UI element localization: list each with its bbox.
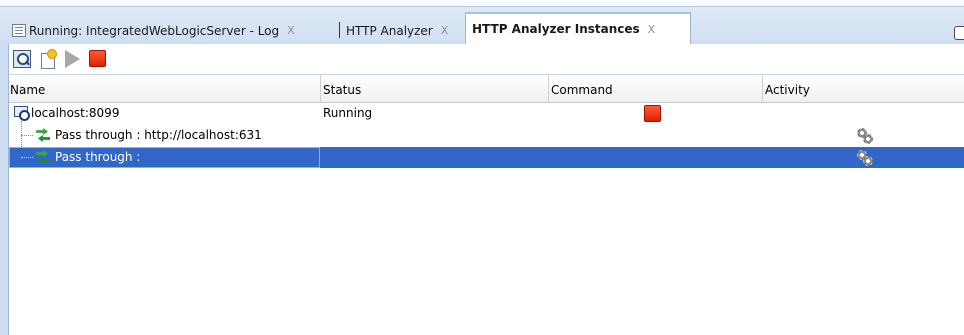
maximize-icon[interactable]: [954, 26, 964, 40]
pass-through-name: Pass through : http://localhost:631: [55, 128, 262, 142]
tab-http-analyzer-label: HTTP Analyzer: [346, 23, 433, 38]
start-icon[interactable]: [65, 50, 80, 68]
tab-http-analyzer-close-icon[interactable]: X: [441, 24, 449, 37]
stop-icon[interactable]: [644, 105, 661, 122]
editor-tab-strip: Running: IntegratedWebLogicServer - Log …: [0, 0, 964, 44]
table-row-selected[interactable]: Pass through :: [9, 147, 964, 168]
window-left-edge: [0, 44, 8, 335]
tree-connector: [21, 157, 33, 158]
column-header-name[interactable]: Name: [9, 75, 321, 103]
instance-name: localhost:8099: [31, 106, 120, 120]
tab-log-label: Running: IntegratedWebLogicServer - Log: [29, 23, 280, 38]
tree-connector: [21, 135, 33, 136]
server-icon: [13, 106, 30, 121]
tab-log-close-icon[interactable]: X: [287, 24, 295, 37]
pass-through-name: Pass through :: [55, 150, 141, 164]
toolbar: [8, 44, 964, 75]
stop-icon[interactable]: [89, 50, 106, 67]
table-row[interactable]: Pass through : http://localhost:631: [9, 125, 964, 146]
gear-icon: [857, 150, 873, 166]
log-document-icon: [12, 24, 26, 37]
tab-http-analyzer-instances[interactable]: HTTP Analyzer Instances X: [465, 12, 691, 44]
search-icon[interactable]: [13, 50, 31, 68]
tab-http-analyzer-instances-label: HTTP Analyzer Instances: [472, 22, 640, 36]
new-instance-icon[interactable]: [39, 50, 57, 69]
tab-http-analyzer-instances-close-icon[interactable]: X: [648, 23, 656, 36]
column-header-status[interactable]: Status: [321, 75, 549, 103]
instances-table: Name Status Command Activity localhost:8…: [8, 75, 964, 335]
table-row[interactable]: localhost:8099 Running: [9, 103, 964, 124]
instance-status: Running: [323, 106, 373, 120]
pass-through-icon: [34, 149, 52, 166]
tab-log[interactable]: Running: IntegratedWebLogicServer - Log …: [8, 17, 336, 44]
table-header: Name Status Command Activity: [9, 75, 964, 103]
gear-icon: [857, 128, 873, 144]
tab-divider: [339, 22, 340, 38]
column-header-activity[interactable]: Activity: [763, 75, 964, 103]
pass-through-icon: [34, 127, 52, 144]
column-header-command[interactable]: Command: [549, 75, 763, 103]
tab-http-analyzer[interactable]: HTTP Analyzer X: [342, 17, 462, 44]
